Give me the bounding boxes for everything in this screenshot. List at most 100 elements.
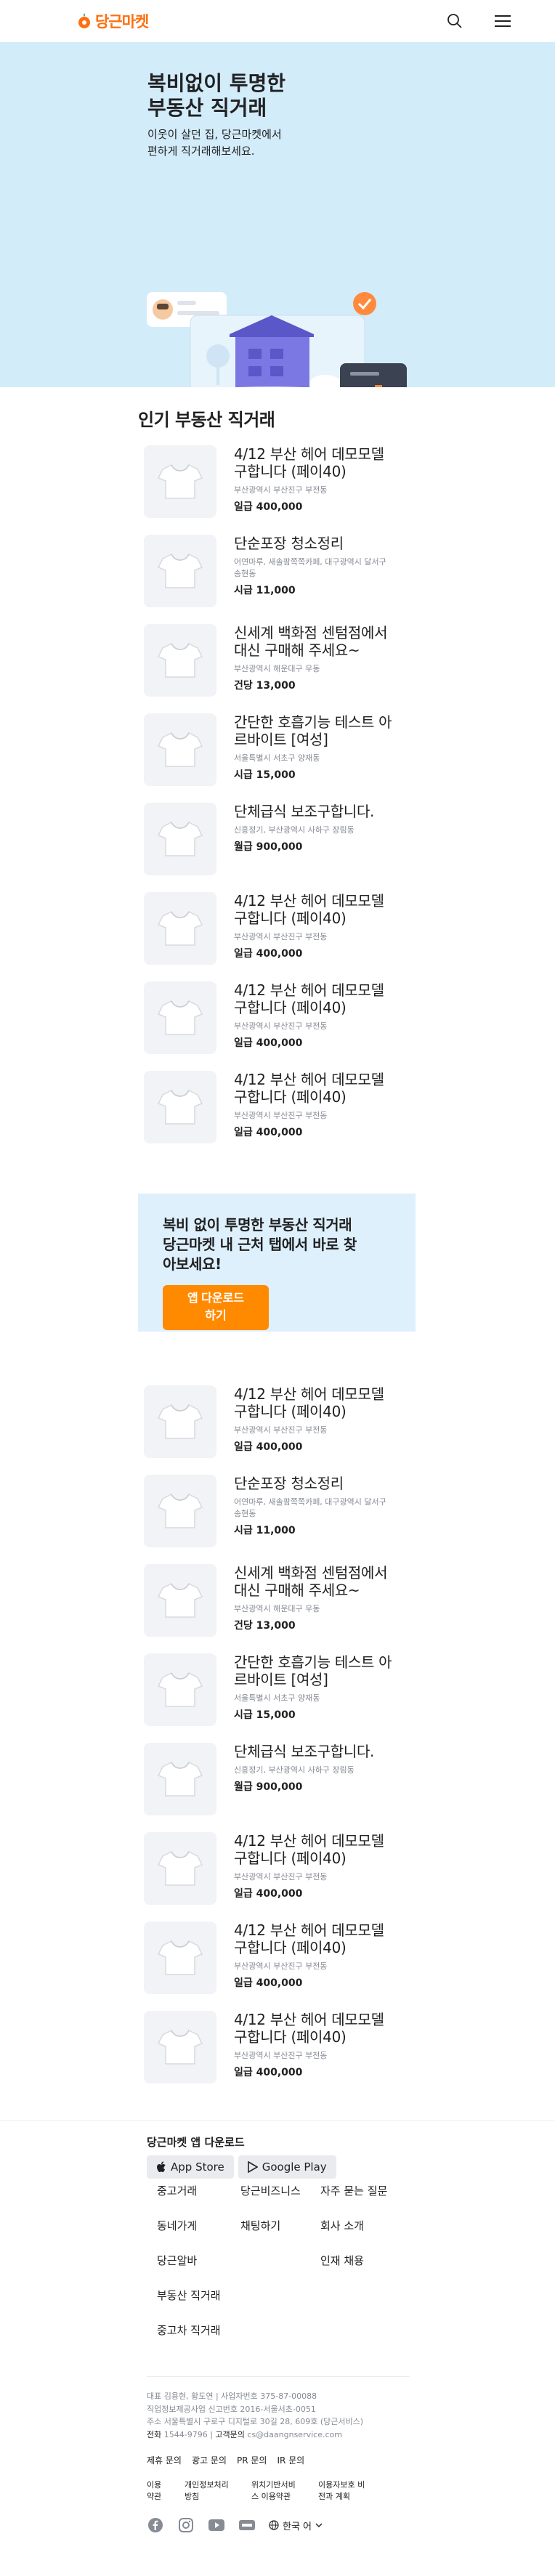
tshirt-icon [157,1850,203,1886]
footer-link[interactable]: 동네가게 [157,2215,240,2250]
footer: 당근마켓 앱 다운로드 App Store Google Play 중고거래 당근… [0,2121,555,2563]
inquiry-link[interactable]: 광고 문의 [192,2454,227,2466]
footer-link[interactable]: 당근알바 [157,2250,240,2285]
footer-link[interactable]: 인재 채용 [320,2250,415,2285]
footer-link[interactable]: 채팅하기 [240,2215,320,2250]
facebook-icon[interactable] [147,2516,164,2534]
footer-link [240,2320,320,2354]
listing-title: 4/12 부산 헤어 데모모델 구합니다 (페이40) [234,2011,384,2046]
popular-section: 인기 부동산 직거래 4/12 부산 헤어 데모모델 구합니다 (페이40) 부산… [0,403,555,2091]
policy-link[interactable]: 개인정보처리방침 [185,2479,235,2502]
listing-price: 일급 400,000 [234,501,303,513]
listing-item[interactable]: 단순포장 청소정리 어연마루, 새솔팜쪽쪽카페, 대구광역시 달서구 송현동 시급 … [144,1466,555,1555]
listing-title: 신세계 백화점 센텀점에서 대신 구매해 주세요~ [234,624,388,659]
listing-title: 4/12 부산 헤어 데모모델 구합니다 (페이40) [234,1921,384,1956]
section-title: 인기 부동산 직거래 [138,410,275,430]
listing-location: 부산광역시 부산진구 부전동 [234,932,328,941]
footer-link [240,2285,320,2320]
listing-item[interactable]: 간단한 호흡기능 테스트 아르바이트 [여성] 서울특별시 서초구 양재동 시급 1… [144,1645,555,1734]
listing-price: 일급 400,000 [234,1126,303,1138]
footer-link[interactable]: 부동산 직거래 [157,2285,240,2320]
listing-item[interactable]: 신세계 백화점 센텀점에서 대신 구매해 주세요~ 부산광역시 해운대구 우동 건당… [144,1555,555,1645]
search-icon[interactable] [445,11,465,31]
house-illustration [147,292,407,387]
tshirt-icon [157,1000,203,1035]
footer-link[interactable]: 회사 소개 [320,2215,415,2250]
instagram-icon[interactable] [177,2516,195,2534]
company-info: 대표 김용현, 황도연 | 사업자번호 375-87-00088 직업정보제공사… [147,2391,364,2439]
listing-info: 4/12 부산 헤어 데모모델 구합니다 (페이40) 부산광역시 부산진구 부전… [234,1921,394,2002]
policy-link[interactable]: 이용자보호 비전과 계획 [318,2479,369,2502]
youtube-icon[interactable] [208,2516,225,2534]
listing-item[interactable]: 단순포장 청소정리 어연마루, 새솔팜쪽쪽카페, 대구광역시 달서구 송현동 시급 … [144,526,555,615]
policy-link[interactable]: 위치기반서비스 이용약관 [251,2479,302,2502]
listing-item[interactable]: 간단한 호흡기능 테스트 아르바이트 [여성] 서울특별시 서초구 양재동 시급 1… [144,705,555,794]
app-store-button[interactable]: App Store [147,2155,234,2179]
listing-title: 신세계 백화점 센텀점에서 대신 구매해 주세요~ [234,1564,388,1599]
listing-thumbnail [144,1653,216,1726]
listing-item[interactable]: 4/12 부산 헤어 데모모델 구합니다 (페이40) 부산광역시 부산진구 부전… [144,1377,555,1466]
language-selector[interactable]: 한국 어 [269,2519,323,2532]
listing-location: 부산광역시 부산진구 부전동 [234,1111,328,1120]
tshirt-icon [157,1582,203,1618]
blog-icon[interactable] [238,2516,256,2534]
listing-thumbnail [144,713,216,786]
listing-thumbnail [144,981,216,1054]
listing-title: 4/12 부산 헤어 데모모델 구합니다 (페이40) [234,1071,384,1106]
listing-thumbnail [144,445,216,518]
tshirt-icon [157,463,203,499]
listing-location: 신흥정기, 부산광역시 사하구 장림동 [234,1765,355,1775]
listing-price: 월급 900,000 [234,1781,303,1793]
listing-item[interactable]: 4/12 부산 헤어 데모모델 구합니다 (페이40) 부산광역시 부산진구 부전… [144,2002,555,2091]
listing-location: 부산광역시 부산진구 부전동 [234,1021,328,1031]
social-links: 한국 어 [147,2516,555,2534]
listing-title: 간단한 호흡기능 테스트 아르바이트 [여성] [234,1653,392,1688]
listing-item[interactable]: 4/12 부산 헤어 데모모델 구합니다 (페이40) 부산광역시 부산진구 부전… [144,1913,555,2002]
listing-location: 서울특별시 서초구 양재동 [234,753,320,763]
footer-link [320,2285,415,2320]
hero-title: 복비없이 투명한 부동산 직거래 [147,71,286,121]
footer-link[interactable]: 당근비즈니스 [240,2180,320,2215]
listing-price: 건당 13,000 [234,1619,296,1632]
menu-icon[interactable] [493,11,513,31]
listing-location: 부산광역시 부산진구 부전동 [234,1425,328,1435]
listing-item[interactable]: 단체급식 보조구합니다. 신흥정기, 부산광역시 사하구 장림동월급 900,00… [144,1734,555,1823]
listing-title: 4/12 부산 헤어 데모모델 구합니다 (페이40) [234,445,384,480]
listing-location: 부산광역시 부산진구 부전동 [234,485,328,495]
tshirt-icon [157,732,203,767]
inquiry-link[interactable]: PR 문의 [237,2454,267,2466]
listing-item[interactable]: 단체급식 보조구합니다. 신흥정기, 부산광역시 사하구 장림동 월급 900,00… [144,794,555,883]
footer-link[interactable]: 중고차 직거래 [157,2320,240,2354]
listing-price: 시급 11,000 [234,1524,296,1536]
footer-link[interactable]: 자주 묻는 질문 [320,2180,415,2215]
listing-title: 단체급식 보조구합니다. [234,1743,375,1760]
app-download-button[interactable]: 앱 다운로드 하기 [163,1284,269,1330]
listing-item[interactable]: 4/12 부산 헤어 데모모델 구합니다 (페이40) 부산광역시 부산진구 부전… [144,1823,555,1913]
listing-item[interactable]: 4/12 부산 헤어 데모모델 구합니다 (페이40) 부산광역시 부산진구 부전… [144,1062,555,1151]
listing-info: 단체급식 보조구합니다. 신흥정기, 부산광역시 사하구 장림동월급 900,00… [234,1743,394,1823]
listing-item[interactable]: 4/12 부산 헤어 데모모델 구합니다 (페이40) 부산광역시 부산진구 부전… [144,973,555,1062]
listing-list: 4/12 부산 헤어 데모모델 구합니다 (페이40) 부산광역시 부산진구 부전… [0,437,555,1151]
tshirt-icon [157,910,203,946]
app-download-cta: 복비 없이 투명한 부동산 직거래 당근마켓 내 근처 탭에서 바로 찾 아보세… [138,1194,416,1332]
listing-thumbnail [144,1385,216,1458]
google-play-button[interactable]: Google Play [238,2155,336,2179]
logo[interactable]: 당근마켓 [77,10,149,32]
listing-thumbnail [144,535,216,607]
tshirt-icon [157,1761,203,1797]
listing-item[interactable]: 4/12 부산 헤어 데모모델 구합니다 (페이40) 부산광역시 부산진구 부전… [144,437,555,526]
globe-icon [269,2520,279,2530]
footer-divider [147,2376,410,2377]
listing-item[interactable]: 신세계 백화점 센텀점에서 대신 구매해 주세요~ 부산광역시 해운대구 우동 건당… [144,615,555,705]
inquiry-link[interactable]: IR 문의 [277,2454,304,2466]
inquiry-link[interactable]: 제휴 문의 [147,2454,182,2466]
listing-thumbnail [144,1475,216,1547]
listing-item[interactable]: 4/12 부산 헤어 데모모델 구합니다 (페이40) 부산광역시 부산진구 부전… [144,883,555,973]
listing-title: 단순포장 청소정리 [234,535,344,552]
listing-thumbnail [144,1564,216,1637]
policy-link[interactable]: 이용약관 [147,2479,169,2502]
footer-link[interactable]: 중고거래 [157,2180,240,2215]
listing-info: 간단한 호흡기능 테스트 아르바이트 [여성] 서울특별시 서초구 양재동 시급 1… [234,713,394,794]
listing-title: 4/12 부산 헤어 데모모델 구합니다 (페이40) [234,981,384,1016]
apple-icon [157,2161,166,2172]
